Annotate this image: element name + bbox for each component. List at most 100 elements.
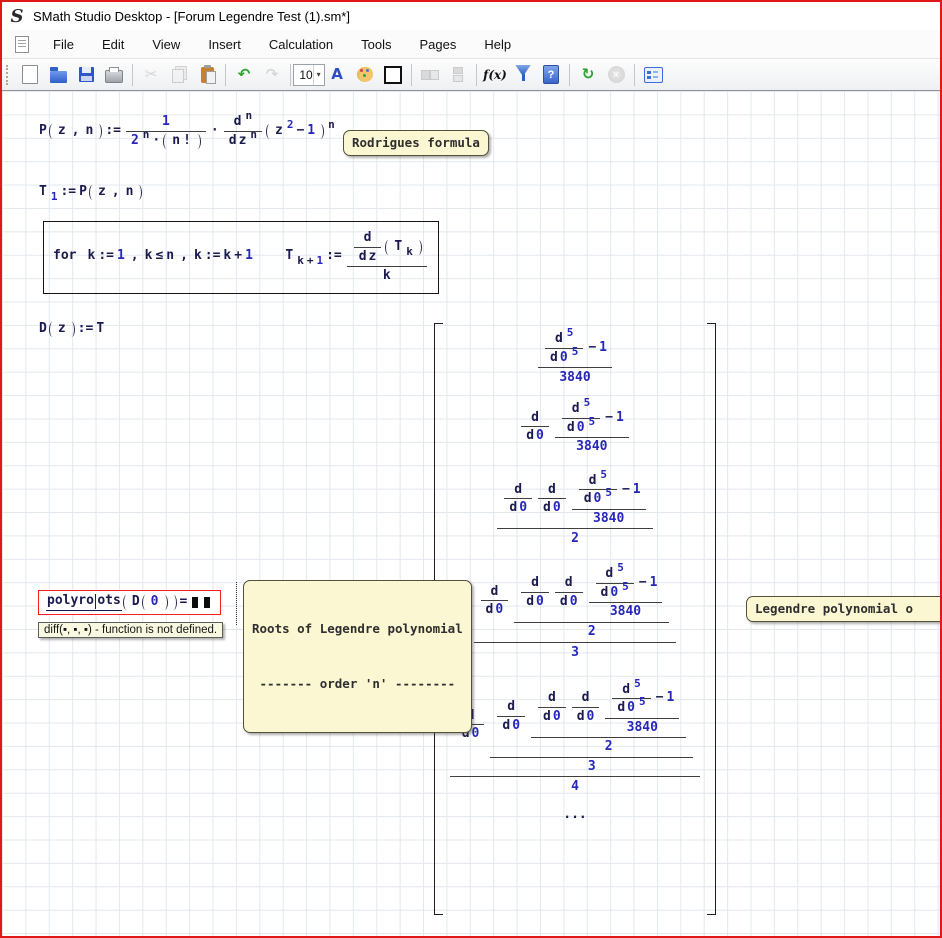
left-paren-icon [266,124,272,139]
background-color-button[interactable] [352,62,378,88]
math-number: 0 [495,603,503,618]
font-size-combo[interactable]: 10▾ [296,62,322,88]
region-polyroots-error[interactable]: polyrootsD0= [38,590,221,615]
menu-item-pages[interactable]: Pages [406,33,471,56]
math-operator: ! [183,134,191,149]
math-operator: + [234,249,242,264]
menu-item-tools[interactable]: Tools [347,33,405,56]
math-power: d05 [616,701,646,716]
math-row: d0 [559,595,579,610]
math-number: 5 [617,561,624,574]
math-fraction: d5d05 [596,565,634,601]
math-numerator: dd0dd0dd0dd0d5d05−1384023 [450,673,701,777]
math-row: ddzTk [351,229,423,265]
math-operator: := [98,249,114,264]
math-variable: d [572,402,580,417]
undo-button-icon: ↶ [238,67,251,82]
math-variable: n [172,134,180,149]
math-variable: d [589,474,597,489]
filter-button[interactable] [510,62,536,88]
math-variable: d [531,411,539,426]
math-variable: z [58,322,66,337]
math-paren-content: z,n [97,185,134,200]
menu-item-help[interactable]: Help [470,33,525,56]
math-number: 1 [51,190,58,203]
region-legendre-matrix-result[interactable]: d5d05−13840dd0d5d05−13840dd0dd0d5d05−138… [443,328,707,822]
insert-function-button[interactable]: f(x) [482,62,508,88]
region-d-definition[interactable]: Dz:=T [38,322,105,337]
menu-item-calculation[interactable]: Calculation [255,33,347,56]
math-variable: k [383,269,391,284]
math-fraction: dd0dd0d5d05−138402 [497,468,652,548]
menu-item-insert[interactable]: Insert [194,33,255,56]
math-number: 3840 [593,512,624,527]
math-number: 0 [570,595,578,610]
math-operator: − [588,341,596,356]
math-variable: z [275,124,283,139]
math-number: 0 [594,492,602,507]
menu-item-file[interactable]: File [39,33,88,56]
border-button[interactable] [380,62,406,88]
left-paren-icon [163,134,169,149]
math-row: dd0dd0d5d05−13840 [535,679,682,737]
menu-item-view[interactable]: View [138,33,194,56]
math-number: 2 [131,134,139,149]
math-number: 1 [633,483,641,498]
math-row: D0 [131,595,169,610]
region-for-loop[interactable]: fork:=1,k≤n,k:=k+1 Tk+1:=ddzTkk [43,221,439,294]
math-number: 5 [567,326,574,339]
math-denominator: 3840 [588,510,629,528]
math-parentheses: D0 [123,595,177,610]
toolbar-grip[interactable] [6,65,12,85]
math-number: 1 [650,576,658,591]
options-button-icon [644,67,663,83]
options-button[interactable] [640,62,666,88]
right-paren-icon [162,595,168,610]
menu-item-edit[interactable]: Edit [88,33,138,56]
worksheet-canvas[interactable]: Pz,n:=12n·n!·dndznz2−1n Rodrigues formul… [2,91,940,936]
math-variable: z [58,124,66,139]
math-number: 5 [600,468,607,481]
print-button[interactable] [101,62,127,88]
region-roots-label[interactable]: Roots of Legendre polynomial ------- ord… [243,580,472,733]
math-paren-content: z [57,322,67,337]
math-variable: d [548,483,556,498]
math-paren-content: D0 [131,595,169,610]
math-row: dd0dd0d5d05−13840 [518,563,665,621]
math-operator: − [622,483,630,498]
math-variable: d [490,585,498,600]
open-file-button[interactable] [45,62,71,88]
math-denominator: dzn [224,132,262,150]
region-legendre-label[interactable]: Legendre polynomial o [746,596,940,622]
math-numerator: d5d05−1 [555,398,629,437]
paste-button-icon [201,67,214,83]
undo-button[interactable]: ↶ [231,62,257,88]
region-rodrigues-label[interactable]: Rodrigues formula [343,130,489,156]
placeholder-square-icon [204,597,210,608]
font-button[interactable]: A [324,62,350,88]
math-numerator: d [560,574,578,592]
math-variable: d [605,567,613,582]
chevron-down-icon[interactable]: ▾ [313,65,324,85]
math-operator: , [72,124,80,139]
math-paren-content: z2−1 [274,124,316,139]
paste-button[interactable] [194,62,220,88]
math-parentheses: z [49,322,75,337]
region-p-definition[interactable]: Pz,n:=12n·n!·dndznz2−1n [38,113,336,150]
reference-book-button[interactable]: ? [538,62,564,88]
print-button-icon [105,70,123,83]
save-button[interactable] [73,62,99,88]
recalculate-button[interactable]: ↻ [575,62,601,88]
math-number: 2 [605,740,613,755]
font-size-combo-icon: 10▾ [293,64,324,86]
math-operator: , [112,185,120,200]
open-file-button-icon [50,71,67,83]
math-fraction: dd0dd0d5d05−138402 [514,561,669,640]
new-document-button[interactable] [17,62,43,88]
math-row: Dz:=T [38,322,105,337]
region-t1-definition[interactable]: T1:=Pz,n [38,185,143,200]
math-number: 2 [287,118,294,131]
math-variable: n [85,124,93,139]
math-variable: P [39,124,47,139]
math-variable: d [486,603,494,618]
